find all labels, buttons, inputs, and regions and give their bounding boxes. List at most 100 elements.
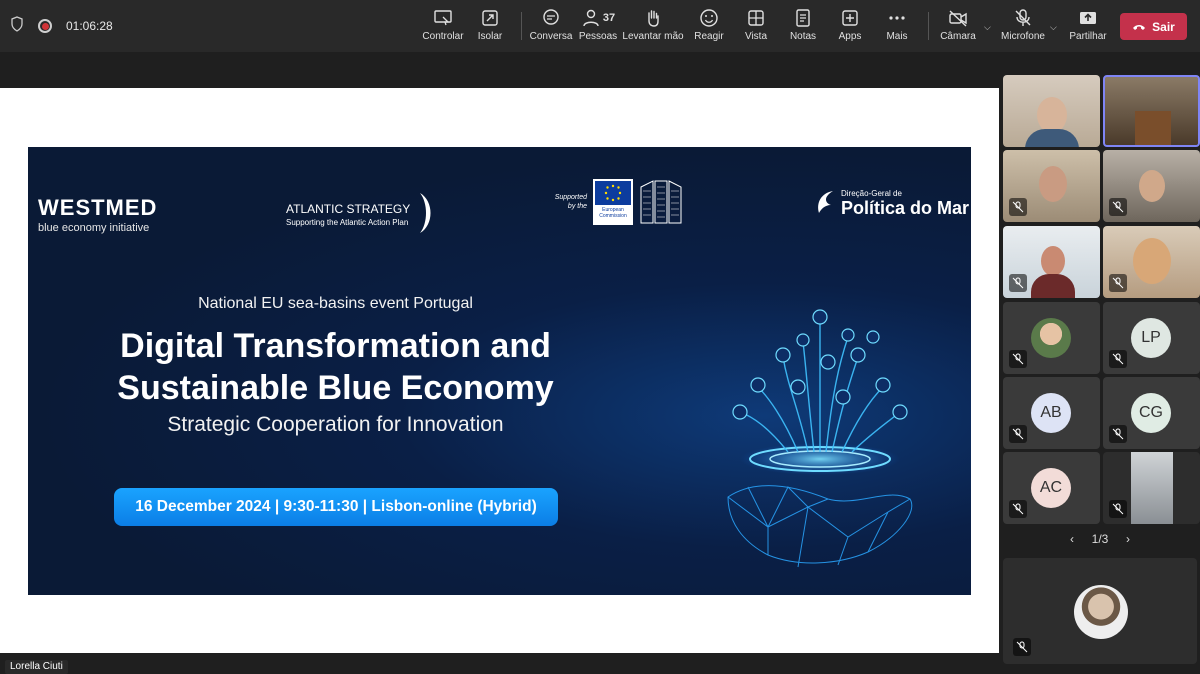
toolbar-divider xyxy=(928,12,929,40)
mic-off-indicator xyxy=(1009,500,1027,518)
mic-off-icon xyxy=(1012,503,1024,515)
isolate-button[interactable]: Isolar xyxy=(462,8,518,42)
atlantic-wave-icon xyxy=(420,193,431,233)
mic-off-indicator xyxy=(1009,425,1027,443)
event-slide: WESTMED blue economy initiative ATLANTIC… xyxy=(28,147,971,595)
people-label: Pessoas xyxy=(578,31,618,42)
shared-screen: WESTMED blue economy initiative ATLANTIC… xyxy=(0,88,999,653)
atlantic-strategy-logo: ATLANTIC STRATEGY Supporting the Atlanti… xyxy=(286,202,410,227)
mic-off-icon xyxy=(1112,353,1124,365)
more-button[interactable]: Mais xyxy=(869,8,925,42)
participant-initials-avatar: AC xyxy=(1031,468,1071,508)
isolate-icon xyxy=(482,10,498,26)
react-icon xyxy=(700,9,718,27)
participant-tile[interactable] xyxy=(1003,302,1100,374)
raise-hand-label: Levantar mão xyxy=(622,31,684,42)
participant-initials-avatar: AB xyxy=(1031,393,1071,433)
participant-tile[interactable]: LP xyxy=(1103,302,1200,374)
mic-options-chevron-down-icon[interactable]: ⌵ xyxy=(1050,22,1057,33)
event-title-line-1: Digital Transformation and xyxy=(120,327,551,365)
eu-flag-box: European Commission xyxy=(593,179,633,225)
mic-off-icon xyxy=(1012,428,1024,440)
meeting-toolbar: 01:06:28 Controlar Isolar Conversa 37 Pe… xyxy=(0,0,1200,52)
participant-tile-active-speaker[interactable] xyxy=(1103,75,1200,147)
previous-page-chevron-left-icon[interactable]: ‹ xyxy=(1070,532,1074,546)
microphone-label: Microfone xyxy=(1001,31,1045,42)
control-label: Controlar xyxy=(422,31,464,42)
participant-tile[interactable] xyxy=(1003,150,1100,222)
participant-initials-avatar: LP xyxy=(1131,318,1171,358)
isolate-label: Isolar xyxy=(477,31,503,42)
participant-photo xyxy=(1131,452,1173,524)
eu-flag-icon xyxy=(595,181,631,205)
mic-off-icon xyxy=(1012,277,1024,289)
chat-icon xyxy=(543,9,559,25)
event-tagline: Strategic Cooperation for Innovation xyxy=(167,413,504,436)
self-avatar xyxy=(1074,585,1128,639)
view-icon xyxy=(748,10,764,26)
event-title: Digital Transformation and Sustainable B… xyxy=(28,325,643,409)
participant-tile[interactable] xyxy=(1003,226,1100,298)
dgpm-logo: Direção-Geral de Política do Mar xyxy=(815,189,969,219)
mic-off-indicator xyxy=(1109,198,1127,216)
atlantic-subtitle: Supporting the Atlantic Action Plan xyxy=(286,218,409,227)
react-label: Reagir xyxy=(694,31,724,42)
event-subtitle: National EU sea-basins event Portugal xyxy=(198,295,473,312)
people-button[interactable]: 37 Pessoas xyxy=(570,8,626,42)
mic-off-indicator xyxy=(1009,274,1027,292)
meeting-timer: 01:06:28 xyxy=(66,19,113,33)
mic-off-indicator xyxy=(1109,350,1127,368)
atlantic-title: ATLANTIC STRATEGY xyxy=(286,202,411,216)
view-label: Vista xyxy=(744,31,768,42)
people-icon xyxy=(583,9,599,27)
raise-hand-icon xyxy=(648,10,659,27)
presenter-name-tag: Lorella Ciuti xyxy=(5,660,68,674)
raise-hand-button[interactable]: Levantar mão xyxy=(622,8,684,42)
people-count: 37 xyxy=(602,12,616,24)
recording-icon xyxy=(38,19,52,33)
participant-tile[interactable]: AC xyxy=(1003,452,1100,524)
more-label: Mais xyxy=(886,31,908,42)
eu-commission-label: European Commission xyxy=(599,207,627,219)
participant-tile[interactable] xyxy=(1103,452,1200,524)
notes-icon xyxy=(796,9,810,27)
mic-off-icon xyxy=(1112,503,1124,515)
participant-tile[interactable] xyxy=(1103,150,1200,222)
eu-supported-label: Supported by the xyxy=(554,194,587,210)
next-page-chevron-right-icon[interactable]: › xyxy=(1126,532,1130,546)
mic-off-icon xyxy=(1012,201,1024,213)
digital-hand-illustration xyxy=(727,309,913,568)
participant-tile[interactable] xyxy=(1103,226,1200,298)
mic-off-indicator xyxy=(1009,350,1027,368)
microphone-button[interactable]: Microfone xyxy=(995,8,1051,42)
leave-button[interactable]: Sair xyxy=(1120,13,1187,40)
mic-off-indicator xyxy=(1109,425,1127,443)
leave-label: Sair xyxy=(1152,19,1175,34)
self-view-tile[interactable] xyxy=(1003,558,1197,664)
meeting-status: 01:06:28 xyxy=(0,15,113,37)
mic-off-icon xyxy=(1012,353,1024,365)
participant-tile[interactable]: CG xyxy=(1103,377,1200,449)
participant-tile[interactable] xyxy=(1003,75,1100,147)
mic-off-icon xyxy=(1112,277,1124,289)
toolbar-divider xyxy=(521,12,522,40)
more-icon xyxy=(889,16,905,20)
mic-off-icon xyxy=(1015,9,1031,26)
chat-label: Conversa xyxy=(529,31,573,42)
mic-off-icon xyxy=(1112,201,1124,213)
camera-options-chevron-down-icon[interactable]: ⌵ xyxy=(984,22,991,33)
camera-off-icon xyxy=(949,10,967,27)
page-indicator: 1/3 xyxy=(1091,532,1109,546)
westmed-subtitle: blue economy initiative xyxy=(38,222,150,234)
participant-initials-avatar: CG xyxy=(1131,393,1171,433)
mic-off-indicator xyxy=(1109,274,1127,292)
participant-tile[interactable]: AB xyxy=(1003,377,1100,449)
event-title-line-2: Sustainable Blue Economy xyxy=(117,369,554,407)
apps-label: Apps xyxy=(838,31,862,42)
share-label: Partilhar xyxy=(1069,31,1107,42)
camera-button[interactable]: Câmara xyxy=(930,8,986,42)
share-button[interactable]: Partilhar xyxy=(1060,8,1116,42)
share-icon xyxy=(1080,12,1096,24)
control-icon xyxy=(434,10,452,26)
camera-label: Câmara xyxy=(940,31,976,42)
